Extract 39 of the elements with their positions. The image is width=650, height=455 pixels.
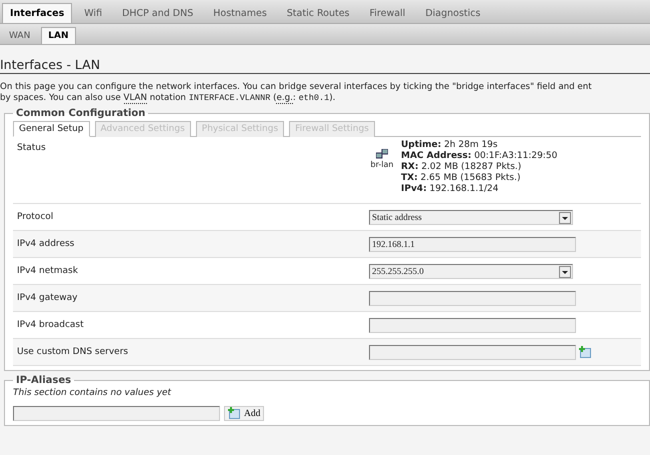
field-label: IPv4 gateway [16, 293, 78, 303]
status-line: TX: 2.65 MB (15683 Pkts.) [401, 173, 522, 184]
nav-tab[interactable]: Wifi [76, 3, 110, 23]
nav-tab[interactable]: Hostnames [205, 3, 275, 23]
input-field[interactable] [369, 318, 576, 332]
status-line: Uptime: 2h 28m 19s [401, 140, 499, 151]
status-line: MAC Address: 00:1F:A3:11:29:50 [401, 151, 558, 162]
nav-tab[interactable]: DHCP and DNS [114, 3, 202, 23]
input-field[interactable] [369, 290, 576, 306]
page-heading: Interfaces - LAN [0, 57, 650, 74]
field-label: IPv4 broadcast [16, 320, 85, 330]
nav-tab[interactable]: Diagnostics [417, 3, 488, 23]
add-icon [228, 407, 241, 420]
input-field[interactable] [13, 406, 220, 421]
dropdown-field[interactable]: 255.255.255.0 [369, 264, 573, 278]
add-button[interactable]: Add [224, 406, 264, 421]
section-legend: Common Configuration [13, 108, 148, 119]
nav-tab[interactable]: Static Routes [278, 3, 358, 23]
interface-tab[interactable]: LAN [41, 27, 76, 44]
add-icon[interactable] [579, 346, 592, 358]
input-field[interactable] [369, 344, 576, 360]
description-text: On this page you can configure the network interfaces. You can bridge several interfaces by ticking the "bridge interfaces" field and ent by spaces. You can also use VLAN notation INTERFACE.VLANNR (e.g.: eth0.1). [0, 82, 593, 104]
field-label: IPv4 address [16, 239, 76, 249]
network-bridge-icon [376, 149, 388, 160]
field-label: Use custom DNS servers [16, 347, 130, 357]
settings-tab[interactable]: General Setup [13, 121, 90, 137]
field-label: Protocol [16, 212, 54, 222]
interface-tab[interactable]: WAN [2, 27, 38, 44]
field-label: IPv4 netmask [16, 266, 79, 276]
nav-tab[interactable]: Firewall [362, 3, 414, 23]
empty-note: This section contains no values yet [13, 388, 172, 398]
status-line: IPv4: 192.168.1.1/24 [401, 184, 500, 195]
nav-tab[interactable]: Interfaces [2, 3, 72, 23]
field-label: Status [16, 142, 47, 155]
device-name: br-lan [370, 160, 394, 169]
section-legend: IP-Aliases [13, 375, 74, 386]
dropdown-field[interactable]: Static address [369, 210, 573, 224]
status-line: RX: 2.02 MB (18287 Pkts.) [401, 162, 522, 173]
input-field[interactable]: 192.168.1.1 [369, 236, 576, 252]
